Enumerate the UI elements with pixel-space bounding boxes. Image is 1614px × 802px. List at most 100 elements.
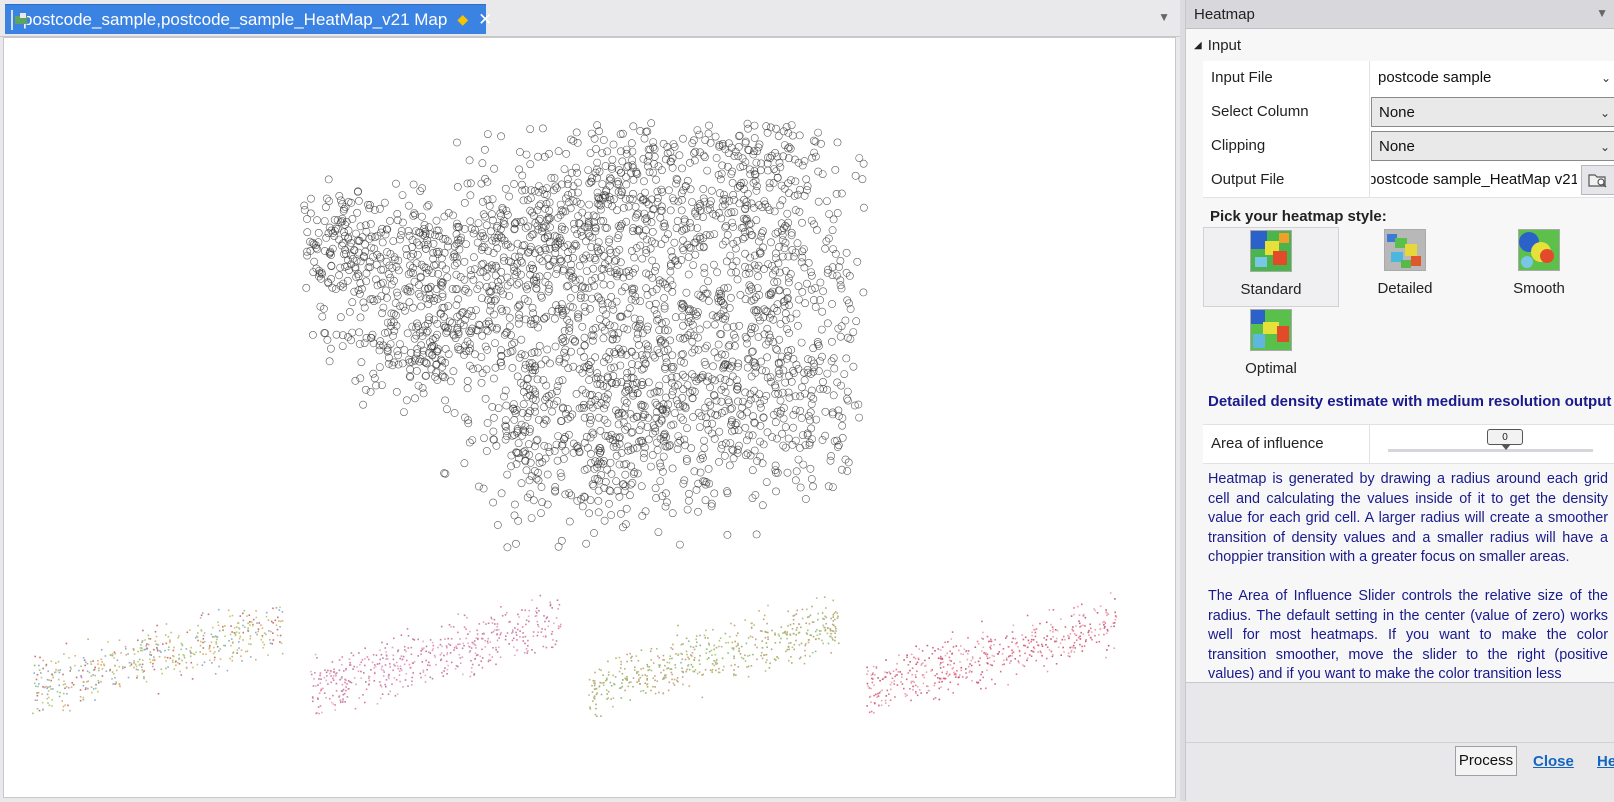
heatmap-preview-dot: [229, 633, 232, 636]
help-link[interactable]: He: [1597, 753, 1614, 770]
heatmap-preview-dot: [278, 620, 280, 622]
heatmap-preview-dot: [1052, 631, 1054, 633]
style-option-smooth[interactable]: Smooth: [1471, 227, 1607, 307]
postcode-point: [700, 263, 709, 272]
heatmap-preview-dot: [338, 659, 341, 661]
heatmap-preview-dot: [279, 634, 282, 637]
postcode-point: [759, 413, 768, 422]
select-column-select[interactable]: None ⌄: [1371, 97, 1614, 127]
heatmap-preview-dot: [951, 668, 954, 670]
postcode-point: [538, 185, 547, 194]
map-document-tab[interactable]: postcode_sample,postcode_sample_HeatMap_…: [5, 4, 492, 34]
close-icon[interactable]: ✕: [478, 10, 492, 30]
postcode-point: [787, 377, 796, 386]
heatmap-preview-dot: [115, 669, 118, 672]
heatmap-preview-dot: [832, 638, 834, 641]
postcode-point: [528, 303, 537, 312]
heatmap-preview-dot: [57, 660, 60, 663]
heatmap-preview-dot: [36, 699, 38, 702]
panel-menu-chevron-icon[interactable]: ▼: [1596, 6, 1608, 20]
style-option-standard[interactable]: Standard: [1203, 227, 1339, 307]
heatmap-preview-dot: [676, 677, 679, 679]
postcode-point: [432, 216, 441, 225]
heatmap-preview-dot: [999, 643, 1001, 646]
area-of-influence-slider-track[interactable]: [1388, 449, 1593, 452]
style-option-optimal[interactable]: Optimal: [1203, 307, 1339, 387]
heatmap-preview-dot: [450, 626, 452, 628]
tab-overflow-chevron-icon[interactable]: ▼: [1158, 10, 1170, 24]
heatmap-preview-dot: [62, 709, 64, 712]
heatmap-preview-dot: [381, 666, 383, 668]
postcode-point: [409, 180, 418, 189]
input-section-header[interactable]: ◢ Input: [1186, 29, 1614, 61]
postcode-point: [851, 171, 860, 180]
browse-output-button[interactable]: [1581, 165, 1614, 195]
postcode-point: [817, 325, 826, 334]
heatmap-preview-dot: [525, 623, 527, 626]
heatmap-preview-dot: [1030, 650, 1033, 652]
heatmap-preview-dot: [1045, 639, 1048, 641]
heatmap-preview-dot: [998, 651, 1000, 653]
heatmap-preview-dot: [203, 640, 206, 643]
postcode-point: [685, 489, 693, 498]
clipping-select[interactable]: None ⌄: [1371, 131, 1614, 161]
postcode-point: [751, 368, 760, 377]
postcode-point: [318, 312, 327, 321]
input-file-select[interactable]: postcode sample ⌄: [1371, 63, 1614, 93]
postcode-point: [542, 381, 551, 390]
postcode-point: [522, 150, 531, 159]
heatmap-preview-dot: [133, 653, 136, 655]
heatmap-preview-dot: [820, 630, 822, 632]
heatmap-preview-dot: [97, 663, 99, 665]
heatmap-preview-dot: [1064, 626, 1067, 628]
area-of-influence-slider-thumb[interactable]: 0: [1487, 429, 1523, 450]
postcode-point: [327, 274, 335, 283]
heatmap-preview-dot: [498, 646, 500, 648]
heatmap-preview-dot: [314, 672, 316, 674]
postcode-point: [696, 455, 705, 464]
output-file-input[interactable]: postcode sample_HeatMap v21: [1371, 165, 1577, 195]
postcode-point: [784, 278, 793, 287]
postcode-point: [838, 465, 846, 474]
heatmap-preview-dot: [640, 690, 642, 693]
heatmap-preview-dot: [230, 638, 233, 640]
postcode-point: [391, 311, 400, 320]
postcode-point: [313, 216, 321, 225]
postcode-point: [630, 253, 639, 262]
heatmap-preview-dot: [70, 686, 73, 688]
postcode-point: [704, 297, 713, 305]
postcode-point: [580, 466, 589, 474]
postcode-point: [784, 434, 793, 443]
map-canvas[interactable]: [3, 37, 1176, 798]
postcode-point: [765, 183, 774, 192]
heatmap-preview-dot: [231, 614, 234, 617]
postcode-point: [488, 195, 497, 203]
postcode-point: [522, 466, 531, 475]
style-option-detailed[interactable]: Detailed: [1337, 227, 1473, 307]
heatmap-preview-dot: [356, 666, 358, 668]
heatmap-preview-dot: [917, 657, 920, 660]
heatmap-preview-dot: [342, 688, 345, 691]
heatmap-preview-dot: [1067, 655, 1069, 657]
close-link[interactable]: Close: [1533, 753, 1574, 770]
heatmap-preview-dot: [234, 634, 237, 637]
heatmap-preview-dot: [589, 706, 591, 708]
heatmap-preview-dot: [240, 649, 243, 651]
postcode-point: [406, 365, 414, 374]
heatmap-preview-dot: [130, 662, 133, 665]
heatmap-preview-dot: [252, 618, 255, 621]
heatmap-preview-dot: [147, 637, 150, 640]
heatmap-preview-dot: [153, 668, 156, 671]
heatmap-preview-dot: [875, 667, 878, 669]
heatmap-preview-dot: [922, 682, 925, 685]
heatmap-preview-dot: [693, 648, 696, 651]
heatmap-preview-dot: [1087, 631, 1090, 634]
heatmap-preview-dot: [1072, 644, 1075, 647]
heatmap-preview-dot: [417, 655, 419, 657]
heatmap-preview-dot: [129, 665, 132, 667]
postcode-point: [599, 280, 608, 289]
process-button[interactable]: Process: [1455, 746, 1517, 776]
postcode-point: [471, 350, 479, 359]
heatmap-preview-dot: [980, 687, 982, 690]
heatmap-preview-dot: [1103, 633, 1105, 636]
